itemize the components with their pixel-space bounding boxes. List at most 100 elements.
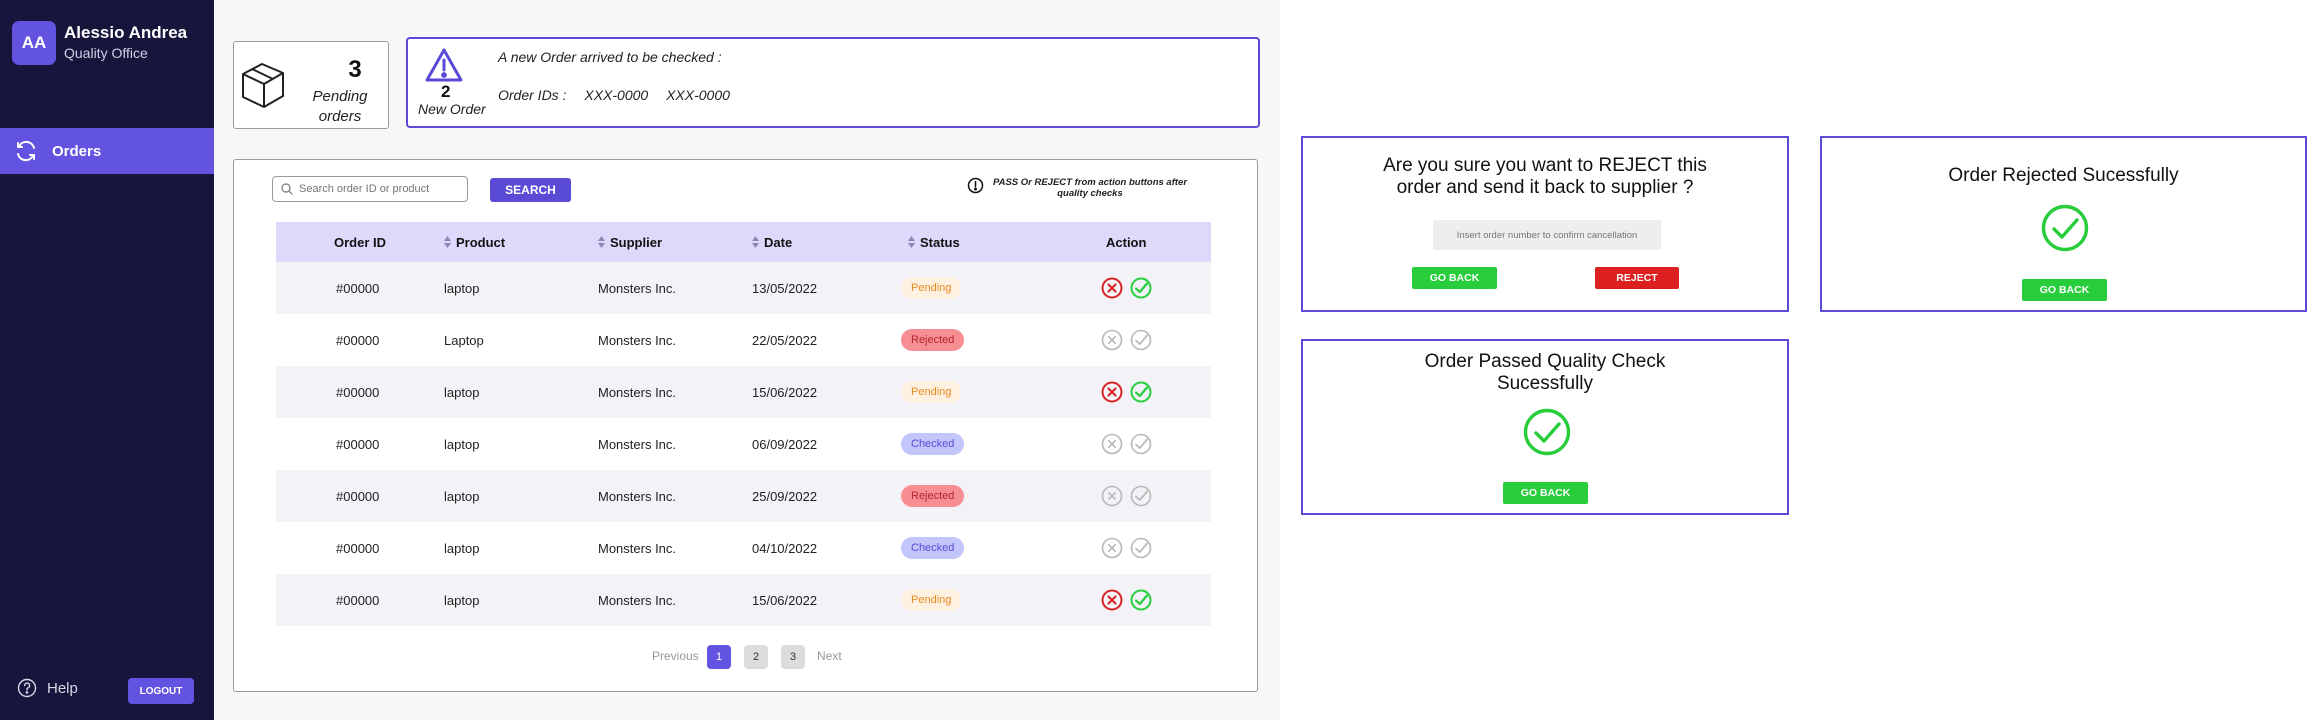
pass-check-icon — [1130, 433, 1152, 455]
column-header-label: Product — [456, 234, 506, 250]
cell-status: Pending — [901, 262, 962, 314]
confirm-order-number-input[interactable] — [1433, 220, 1661, 250]
cell-product: laptop — [444, 540, 480, 556]
cell-order-id: #00000 — [336, 280, 380, 296]
column-header-date[interactable]: Date — [752, 222, 792, 262]
status-badge: Pending — [901, 277, 962, 299]
pending-label: Pending orders — [294, 87, 386, 127]
sidebar-item-orders[interactable]: Orders — [0, 128, 214, 174]
sidebar: AA Alessio Andrea Quality Office Orders … — [0, 0, 214, 720]
cell-supplier: Monsters Inc. — [598, 384, 677, 400]
cell-status: Pending — [901, 574, 962, 626]
table-row: #00000 laptop Monsters Inc. 13/05/2022 Pendi… — [276, 262, 1211, 314]
search-input[interactable] — [299, 183, 464, 195]
cell-status: Rejected — [901, 314, 965, 366]
row-actions — [1101, 366, 1152, 418]
new-order-count: 2 — [441, 82, 451, 101]
passed-modal-title-line1: Order Passed Quality Check — [1424, 351, 1666, 372]
help-link[interactable]: Help — [17, 678, 78, 698]
column-header-label: Supplier — [610, 234, 663, 250]
row-actions — [1101, 470, 1152, 522]
hint-text: PASS Or REJECT from action buttons after… — [992, 177, 1188, 199]
pending-orders-card: 3 Pending orders — [233, 41, 389, 129]
cell-supplier: Monsters Inc. — [598, 592, 677, 608]
sort-icon — [598, 236, 605, 248]
status-badge: Pending — [901, 381, 962, 403]
new-order-message: A new Order arrived to be checked : — [498, 49, 722, 65]
reject-icon[interactable] — [1101, 277, 1123, 299]
reject-icon — [1101, 537, 1123, 559]
cell-order-id: #00000 — [336, 436, 380, 452]
cell-product: laptop — [444, 488, 480, 504]
rejected-modal-title: Order Rejected Sucessfully — [1948, 165, 2179, 186]
cell-product: Laptop — [444, 332, 484, 348]
reject-icon[interactable] — [1101, 381, 1123, 403]
column-header-action: Action — [1106, 234, 1147, 250]
status-badge: Rejected — [901, 485, 965, 507]
status-badge: Checked — [901, 537, 965, 559]
table-row: #00000 laptop Monsters Inc. 06/09/2022 Check… — [276, 418, 1211, 470]
pass-check-icon[interactable] — [1130, 589, 1152, 611]
reject-modal-title: Are you sure you want to REJECT this ord… — [1303, 155, 1787, 199]
new-order-label: New Order — [418, 101, 486, 117]
column-header-order-id: Order ID — [334, 234, 387, 250]
logout-button[interactable]: LOGOUT — [128, 678, 194, 704]
order-id-item: XXX-0000 — [584, 87, 649, 103]
go-back-button[interactable]: GO BACK — [1412, 267, 1497, 289]
column-header-status[interactable]: Status — [908, 222, 960, 262]
order-passed-modal: Order Passed Quality Check Sucessfully G… — [1301, 339, 1789, 515]
help-icon — [17, 678, 37, 698]
go-back-button[interactable]: GO BACK — [2022, 279, 2107, 301]
pending-label-line1: Pending — [312, 88, 368, 105]
status-badge: Checked — [901, 433, 965, 455]
column-header-label: Date — [764, 234, 793, 250]
cell-date: 04/10/2022 — [752, 540, 818, 556]
cell-date: 13/05/2022 — [752, 280, 818, 296]
column-header-label: Status — [920, 234, 960, 250]
row-actions — [1101, 314, 1152, 366]
reject-button[interactable]: REJECT — [1595, 267, 1679, 289]
cell-product: laptop — [444, 592, 480, 608]
status-badge: Pending — [901, 589, 962, 611]
page-3-button[interactable]: 3 — [781, 645, 805, 669]
cell-product: laptop — [444, 384, 480, 400]
cell-order-id: #00000 — [336, 332, 380, 348]
order-id-item: XXX-0000 — [666, 87, 730, 103]
cell-order-id: #00000 — [336, 540, 380, 556]
page-2-button[interactable]: 2 — [744, 645, 768, 669]
success-check-icon — [1523, 408, 1571, 456]
orders-table-card: SEARCH PASS Or REJECT from action button… — [233, 159, 1258, 692]
go-back-button[interactable]: GO BACK — [1503, 482, 1588, 504]
page-1-button[interactable]: 1 — [707, 645, 731, 669]
search-icon — [281, 183, 293, 195]
info-icon — [967, 177, 984, 194]
success-check-icon — [2041, 204, 2089, 252]
user-role: Quality Office — [64, 45, 148, 61]
sidebar-item-label: Orders — [52, 142, 102, 160]
reject-icon — [1101, 433, 1123, 455]
table-row: #00000 laptop Monsters Inc. 04/10/2022 Check… — [276, 522, 1211, 574]
previous-page-link[interactable]: Previous — [652, 649, 699, 663]
pass-check-icon[interactable] — [1130, 277, 1152, 299]
sort-icon — [752, 236, 759, 248]
search-field[interactable] — [272, 176, 468, 202]
table-row: #00000 laptop Monsters Inc. 25/09/2022 Rejec… — [276, 470, 1211, 522]
next-page-link[interactable]: Next — [817, 649, 842, 663]
row-actions — [1101, 574, 1152, 626]
pass-check-icon — [1130, 537, 1152, 559]
warning-icon — [425, 48, 463, 82]
passed-modal-title-line2: Sucessfully — [1496, 373, 1594, 394]
reject-confirmation-modal: Are you sure you want to REJECT this ord… — [1301, 136, 1789, 312]
status-badge: Rejected — [901, 329, 965, 351]
column-header-supplier[interactable]: Supplier — [598, 222, 662, 262]
cell-date: 15/06/2022 — [752, 384, 818, 400]
cell-product: laptop — [444, 280, 480, 296]
table-header: Order ID Product Supplier Date Status Ac… — [276, 222, 1211, 262]
refresh-icon — [17, 140, 35, 162]
search-button[interactable]: SEARCH — [490, 178, 571, 202]
pass-check-icon[interactable] — [1130, 381, 1152, 403]
table-row: #00000 laptop Monsters Inc. 15/06/2022 Pendi… — [276, 574, 1211, 626]
pagination: Previous 1 2 3 Next — [234, 645, 1259, 669]
reject-icon[interactable] — [1101, 589, 1123, 611]
column-header-product[interactable]: Product — [444, 222, 505, 262]
